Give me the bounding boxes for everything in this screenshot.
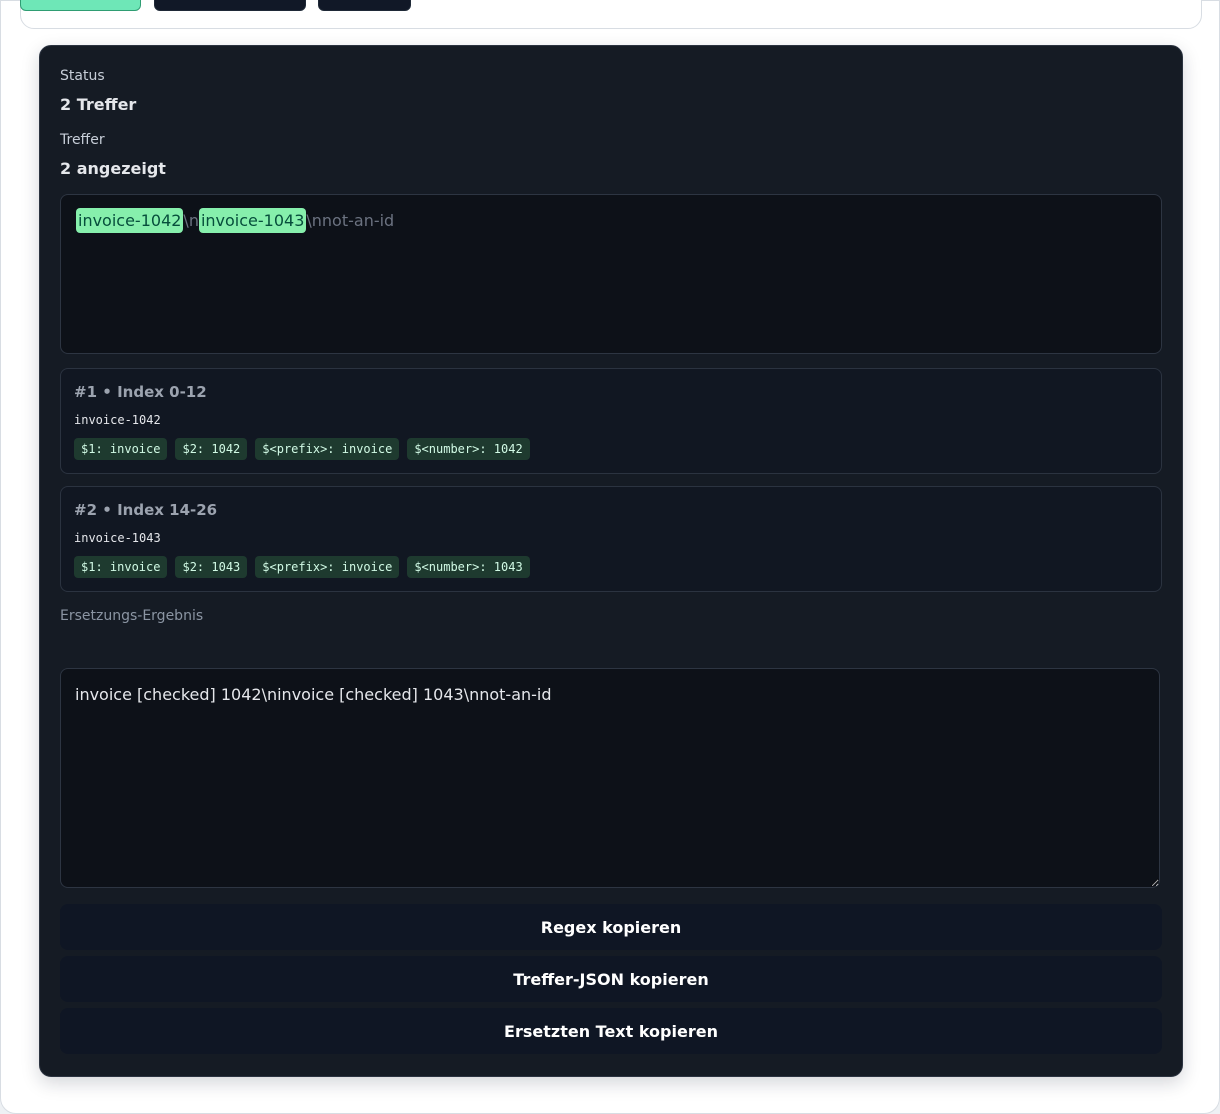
highlighted-text-preview: invoice-1042 \n invoice-1043 \nnot-an-id	[60, 194, 1162, 354]
replacement-result-textarea[interactable]: invoice [checked] 1042\ninvoice [checked…	[60, 668, 1160, 888]
status-label: Status	[60, 68, 105, 84]
match-card: #2 • Index 14-26 invoice-1043 $1: invoic…	[60, 486, 1162, 592]
match-header: #2 • Index 14-26	[74, 501, 217, 519]
unmatched-text: \nnot-an-id	[306, 211, 395, 230]
match-header-separator: •	[102, 501, 112, 519]
capture-groups: $1: invoice $2: 1042 $<prefix>: invoice …	[74, 438, 530, 460]
match-header-separator: •	[102, 383, 112, 401]
copy-matches-json-button[interactable]: Treffer-JSON kopieren	[60, 956, 1162, 1002]
primary-toolbar-button[interactable]	[20, 0, 141, 11]
results-panel: Status 2 Treffer Treffer 2 angezeigt inv…	[39, 45, 1183, 1077]
capture-group-chip: $2: 1042	[175, 438, 248, 460]
match-number: #1	[74, 383, 98, 401]
capture-group-chip: $<number>: 1043	[407, 556, 530, 578]
capture-group-chip: $<prefix>: invoice	[255, 556, 400, 578]
highlight-separator: \n	[183, 211, 199, 230]
match-index: Index 0-12	[117, 383, 207, 401]
match-index: Index 14-26	[117, 501, 218, 519]
match-text: invoice-1043	[74, 531, 161, 545]
replacement-label: Ersetzungs-Ergebnis	[60, 608, 204, 624]
match-text: invoice-1042	[74, 413, 161, 427]
tertiary-toolbar-button[interactable]	[318, 0, 411, 11]
secondary-toolbar-button[interactable]	[154, 0, 306, 11]
match-header: #1 • Index 0-12	[74, 383, 207, 401]
page-shell: Status 2 Treffer Treffer 2 angezeigt inv…	[0, 0, 1220, 1114]
capture-group-chip: $<prefix>: invoice	[255, 438, 400, 460]
matches-label: Treffer	[60, 132, 105, 148]
capture-group-chip: $2: 1043	[175, 556, 248, 578]
highlighted-text-line: invoice-1042 \n invoice-1043 \nnot-an-id	[76, 208, 395, 233]
match-highlight: invoice-1042	[76, 208, 184, 233]
match-card: #1 • Index 0-12 invoice-1042 $1: invoice…	[60, 368, 1162, 474]
match-highlight: invoice-1043	[198, 208, 307, 233]
capture-group-chip: $1: invoice	[74, 556, 168, 578]
status-value: 2 Treffer	[60, 95, 137, 114]
match-number: #2	[74, 501, 98, 519]
capture-group-chip: $<number>: 1042	[407, 438, 530, 460]
copy-replaced-text-button[interactable]: Ersetzten Text kopieren	[60, 1008, 1162, 1054]
capture-groups: $1: invoice $2: 1043 $<prefix>: invoice …	[74, 556, 530, 578]
matches-value: 2 angezeigt	[60, 159, 166, 178]
capture-group-chip: $1: invoice	[74, 438, 168, 460]
copy-regex-button[interactable]: Regex kopieren	[60, 904, 1162, 950]
